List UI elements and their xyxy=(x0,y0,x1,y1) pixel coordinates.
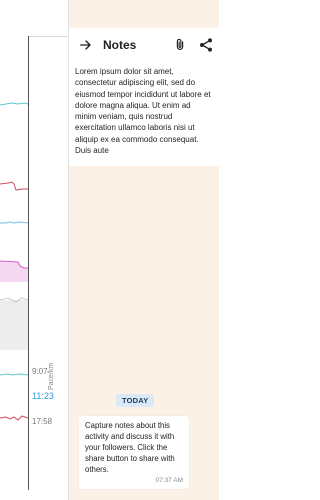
notes-content[interactable]: Lorem ipsum dolor sit amet, consectetur … xyxy=(69,62,219,166)
paperclip-icon xyxy=(173,37,187,53)
activity-chart-area xyxy=(0,36,28,500)
pace-tick: 9:07 xyxy=(32,367,48,376)
pace-tick: 17:58 xyxy=(32,417,53,426)
notes-text: Lorem ipsum dolor sit amet, consectetur … xyxy=(75,67,211,156)
attach-button[interactable] xyxy=(171,36,189,54)
chart-lines xyxy=(0,102,28,421)
share-button[interactable] xyxy=(197,36,215,54)
pace-axis-label: Pace/km xyxy=(48,362,55,390)
arrow-right-icon xyxy=(78,37,94,53)
notes-panel: Notes Lorem ipsum dolor sit amet, consec… xyxy=(68,0,219,500)
notes-header: Notes xyxy=(69,28,219,62)
date-chip: TODAY xyxy=(116,394,155,407)
message-text: Capture notes about this activity and di… xyxy=(85,421,175,474)
header-actions xyxy=(171,36,215,54)
activity-background-panel: 9:07 11:23 17:58 Pace/km xyxy=(0,0,69,500)
pace-tick-current: 11:23 xyxy=(32,391,54,401)
share-icon xyxy=(198,37,214,53)
back-button[interactable] xyxy=(77,36,95,54)
message-time: 07:37 AM xyxy=(155,477,183,484)
chart-divider xyxy=(28,36,29,490)
notes-title: Notes xyxy=(103,38,137,52)
message-bubble: Capture notes about this activity and di… xyxy=(79,416,189,489)
